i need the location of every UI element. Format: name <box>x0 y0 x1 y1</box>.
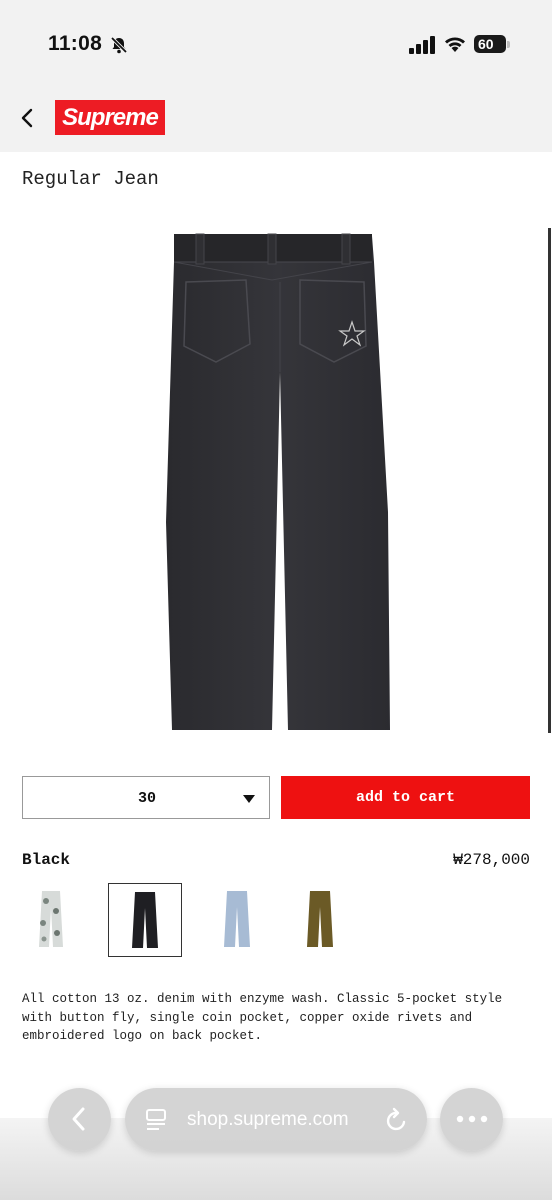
battery-nub <box>507 41 510 48</box>
size-select[interactable]: 30 <box>22 776 270 819</box>
product-title: Regular Jean <box>22 168 159 190</box>
jeans-olive-icon <box>307 891 333 947</box>
bell-muted-icon <box>110 36 128 54</box>
supreme-logo[interactable]: Supreme <box>55 100 165 135</box>
size-value: 30 <box>137 790 156 807</box>
color-name: Black <box>22 851 71 869</box>
arrow-left-icon <box>72 1107 85 1131</box>
caret-down-icon <box>243 795 255 803</box>
wifi-icon <box>445 37 465 52</box>
add-to-cart-button[interactable]: add to cart <box>281 776 530 819</box>
signal-icon <box>409 36 435 54</box>
swatch-olive[interactable] <box>283 883 357 957</box>
jeans-black-icon <box>132 892 158 948</box>
status-bar: 11:08 60 <box>0 0 552 90</box>
more-options-button[interactable] <box>440 1088 503 1151</box>
battery-indicator: 60 <box>474 35 506 53</box>
url-text[interactable]: shop.supreme.com <box>187 1088 349 1151</box>
price: ₩278,000 <box>453 851 530 869</box>
next-image-edge <box>548 228 551 733</box>
back-chevron-icon[interactable] <box>18 105 38 131</box>
jeans-floral-icon <box>39 891 63 947</box>
page-menu-icon[interactable] <box>145 1108 167 1132</box>
swatch-floral[interactable] <box>13 883 87 957</box>
ellipsis-icon <box>456 1115 488 1123</box>
product-description: All cotton 13 oz. denim with enzyme wash… <box>22 992 503 1043</box>
address-bar[interactable]: shop.supreme.com <box>125 1088 427 1151</box>
swatch-black[interactable] <box>108 883 182 957</box>
reload-icon[interactable] <box>385 1107 409 1133</box>
jeans-light-blue-icon <box>224 891 250 947</box>
status-time: 11:08 <box>48 32 103 55</box>
swatch-light-blue[interactable] <box>200 883 274 957</box>
product-image <box>166 233 390 730</box>
browser-back-button[interactable] <box>48 1088 111 1151</box>
